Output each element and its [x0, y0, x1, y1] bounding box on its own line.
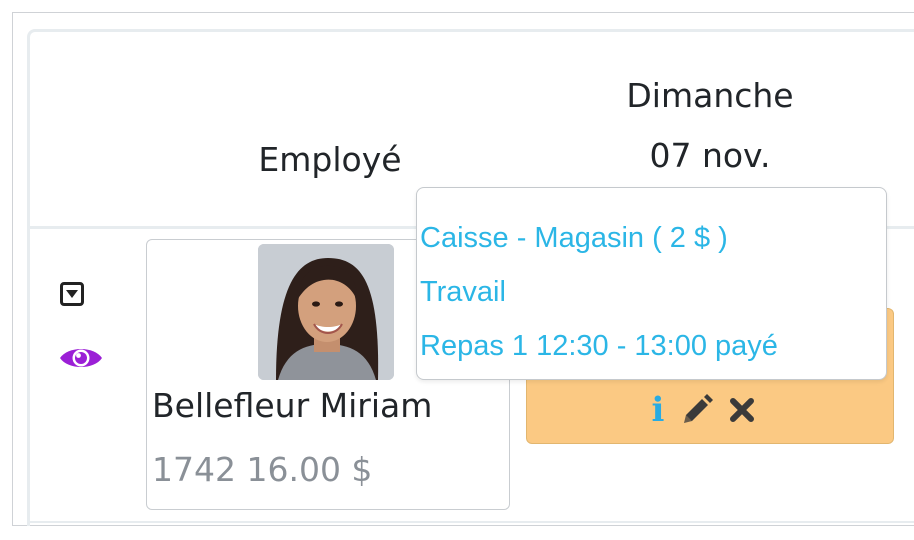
eye-icon[interactable] [58, 344, 104, 372]
shift-actions: i [650, 388, 756, 432]
employee-name: Bellefleur Miriam [152, 386, 433, 425]
column-header-employee: Employé [258, 140, 402, 179]
pencil-icon[interactable] [680, 390, 714, 430]
popover-position-line: Caisse - Magasin ( 2 $ ) [420, 222, 728, 254]
caret-down-square-icon[interactable] [60, 282, 84, 306]
info-icon[interactable]: i [650, 390, 666, 430]
popover-type-line: Travail [420, 276, 506, 308]
day-name: Dimanche [626, 76, 794, 115]
column-header-sunday[interactable]: Dimanche 07 nov. [580, 66, 840, 186]
popover-meal-line: Repas 1 12:30 - 13:00 payé [420, 330, 778, 362]
row-divider [27, 521, 914, 523]
close-icon[interactable] [728, 390, 756, 430]
employee-meta: 1742 16.00 $ [152, 450, 373, 489]
avatar [258, 244, 394, 380]
day-date: 07 nov. [649, 136, 771, 175]
